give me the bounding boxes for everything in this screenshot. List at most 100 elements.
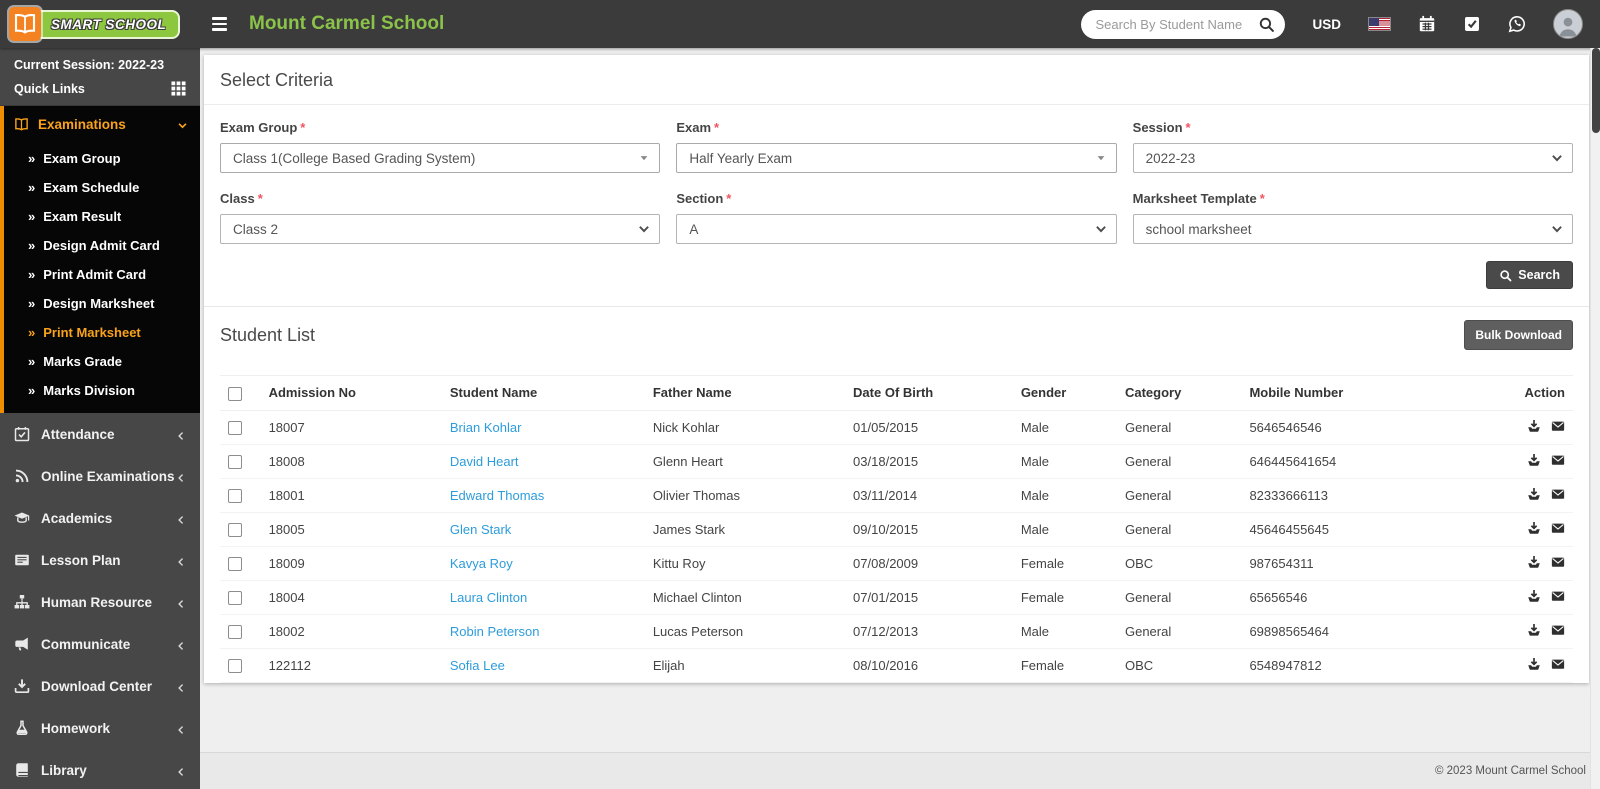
sidebar-item-design-marksheet[interactable]: » Design Marksheet [4, 289, 200, 318]
scrollbar-thumb[interactable] [1592, 48, 1600, 133]
column-header-gender: Gender [1012, 375, 1117, 411]
sidebar-group-attendance[interactable]: Attendance [0, 413, 200, 455]
email-marksheet-icon[interactable] [1551, 487, 1565, 501]
language-flag-icon[interactable] [1368, 17, 1391, 31]
column-header-father-name: Father Name [644, 375, 846, 411]
download-marksheet-icon[interactable] [1527, 555, 1541, 569]
session-select[interactable]: 2022-23 [1132, 143, 1573, 173]
page-scrollbar[interactable] [1590, 48, 1600, 789]
download-marksheet-icon[interactable] [1527, 453, 1541, 467]
chevron-left-icon [176, 429, 186, 440]
field-label: Section * [676, 191, 732, 206]
row-checkbox[interactable] [228, 488, 242, 503]
sidebar-group-homework[interactable]: Homework [0, 707, 200, 749]
student-name-link[interactable]: Brian Kohlar [450, 420, 522, 435]
student-name-link[interactable]: Laura Clinton [450, 590, 527, 605]
class-select[interactable]: Class 2 [220, 214, 661, 244]
search-button[interactable]: Search [1486, 261, 1573, 289]
download-marksheet-icon[interactable] [1527, 521, 1541, 535]
user-avatar[interactable] [1553, 9, 1583, 39]
app-logo[interactable]: SMART SCHOOL [0, 0, 200, 48]
sidebar-group-download-center[interactable]: Download Center [0, 665, 200, 707]
chevron-left-icon [176, 555, 186, 566]
sidebar-group-academics[interactable]: Academics [0, 497, 200, 539]
row-checkbox[interactable] [228, 454, 242, 469]
currency-selector[interactable]: USD [1312, 17, 1341, 32]
student-name-link[interactable]: Edward Thomas [450, 488, 544, 503]
row-checkbox[interactable] [228, 590, 242, 605]
section-select[interactable]: A [676, 214, 1117, 244]
required-asterisk: * [257, 191, 263, 206]
download-marksheet-icon[interactable] [1527, 589, 1541, 603]
sidebar-item-label: Print Admit Card [43, 267, 147, 282]
logo-text: SMART SCHOOL [35, 9, 181, 39]
quick-links-label: Quick Links [14, 81, 85, 96]
email-marksheet-icon[interactable] [1551, 589, 1565, 603]
father-name-cell: Kittu Roy [644, 546, 846, 581]
field-label: Marksheet Template * [1132, 191, 1265, 206]
father-name-cell: Elijah [644, 648, 846, 683]
father-name-cell: Lucas Peterson [644, 614, 846, 649]
gender-cell: Female [1012, 648, 1117, 683]
download-marksheet-icon[interactable] [1527, 419, 1541, 433]
marksheet-template-select[interactable]: school marksheet [1132, 214, 1573, 244]
email-marksheet-icon[interactable] [1551, 453, 1565, 467]
sidebar-group-communicate[interactable]: Communicate [0, 623, 200, 665]
sidebar-item-print-marksheet[interactable]: » Print Marksheet [4, 318, 200, 347]
sidebar-item-marks-division[interactable]: » Marks Division [4, 376, 200, 405]
bulk-download-button[interactable]: Bulk Download [1464, 320, 1573, 350]
student-name-link[interactable]: Robin Peterson [450, 624, 540, 639]
download-marksheet-icon[interactable] [1527, 623, 1541, 637]
row-checkbox[interactable] [228, 624, 242, 639]
email-marksheet-icon[interactable] [1551, 419, 1565, 433]
search-icon[interactable] [1258, 16, 1275, 33]
sidebar-item-exam-group[interactable]: » Exam Group [4, 144, 200, 173]
grid-icon[interactable] [171, 81, 186, 96]
sidebar-group-examinations-expanded: Examinations » Exam Group » Exam Schedule » E… [0, 106, 200, 413]
menu-toggle-icon[interactable] [212, 17, 227, 31]
download-marksheet-icon[interactable] [1527, 487, 1541, 501]
dob-cell: 08/10/2016 [845, 648, 1013, 683]
row-checkbox[interactable] [228, 658, 242, 673]
table-row: 18002 Robin Peterson Lucas Peterson 07/12/2… [220, 614, 1573, 649]
student-name-link[interactable]: David Heart [450, 454, 519, 469]
sidebar-item-marks-grade[interactable]: » Marks Grade [4, 347, 200, 376]
row-checkbox[interactable] [228, 556, 242, 571]
search-input[interactable] [1085, 16, 1259, 32]
sidebar-group-human-resource[interactable]: Human Resource [0, 581, 200, 623]
admission-no-cell: 18009 [260, 546, 442, 581]
email-marksheet-icon[interactable] [1551, 657, 1565, 671]
student-name-link[interactable]: Sofia Lee [450, 658, 505, 673]
sidebar-group-lesson-plan[interactable]: Lesson Plan [0, 539, 200, 581]
sidebar-item-exam-schedule[interactable]: » Exam Schedule [4, 173, 200, 202]
field-label: Exam Group * [220, 120, 306, 135]
sidebar-item-exam-result[interactable]: » Exam Result [4, 202, 200, 231]
student-name-link[interactable]: Glen Stark [450, 522, 511, 537]
select-all-checkbox[interactable] [228, 386, 242, 401]
sidebar-group-library[interactable]: Library [0, 749, 200, 789]
email-marksheet-icon[interactable] [1551, 623, 1565, 637]
exam-group-select[interactable]: Class 1(College Based Grading System) [220, 143, 661, 173]
whatsapp-icon[interactable] [1508, 15, 1526, 33]
email-marksheet-icon[interactable] [1551, 521, 1565, 535]
sidebar-group-online-examinations[interactable]: Online Examinations [0, 455, 200, 497]
calendar-check-icon [14, 426, 30, 442]
email-marksheet-icon[interactable] [1551, 555, 1565, 569]
father-name-cell: James Stark [644, 512, 846, 547]
selected-value: school marksheet [1145, 221, 1252, 237]
sidebar-item-label: Design Admit Card [43, 238, 160, 253]
calendar-icon[interactable] [1418, 15, 1436, 33]
row-checkbox[interactable] [228, 420, 242, 435]
row-checkbox[interactable] [228, 522, 242, 537]
sidebar-item-label: Print Marksheet [43, 325, 141, 340]
student-name-link[interactable]: Kavya Roy [450, 556, 513, 571]
chevron-left-icon [176, 723, 186, 734]
sidebar-group-examinations[interactable]: Examinations [4, 106, 200, 142]
download-marksheet-icon[interactable] [1527, 657, 1541, 671]
sidebar-item-design-admit-card[interactable]: » Design Admit Card [4, 231, 200, 260]
sidebar-item-print-admit-card[interactable]: » Print Admit Card [4, 260, 200, 289]
exam-select[interactable]: Half Yearly Exam [676, 143, 1117, 173]
todo-check-icon[interactable] [1463, 15, 1481, 33]
sidebar-item-label: Exam Schedule [43, 180, 140, 195]
gender-cell: Male [1012, 444, 1117, 479]
